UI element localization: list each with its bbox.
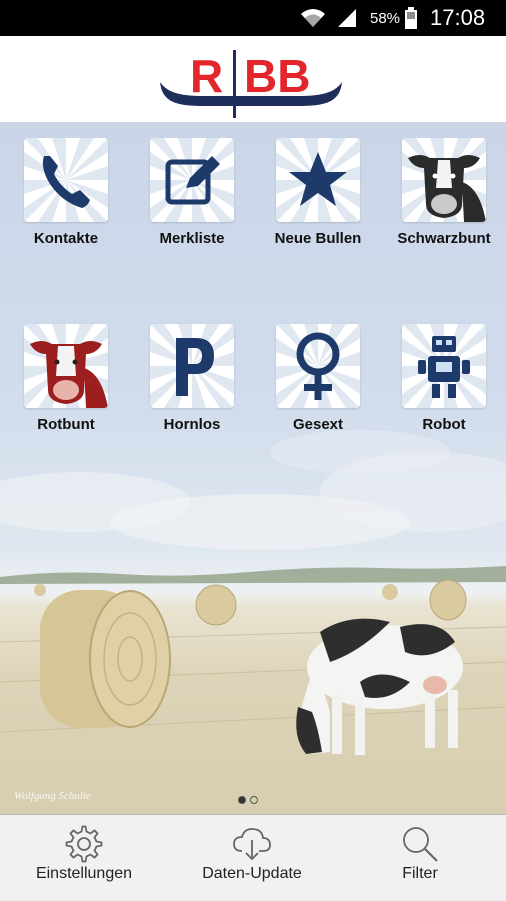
filter-label: Filter bbox=[402, 865, 438, 882]
data-update-label: Daten-Update bbox=[202, 865, 302, 882]
edit-icon bbox=[150, 138, 234, 222]
tile-kontakte[interactable]: Kontakte bbox=[3, 138, 129, 247]
settings-label: Einstellungen bbox=[35, 865, 133, 882]
letter-p-icon bbox=[150, 324, 234, 408]
rbb-logo: R BB bbox=[158, 44, 344, 118]
star-icon bbox=[276, 138, 360, 222]
tile-label: Kontakte bbox=[33, 230, 99, 247]
tile-label: Rotbunt bbox=[37, 416, 95, 433]
red-cow-icon bbox=[24, 324, 108, 408]
tile-merkliste[interactable]: Merkliste bbox=[129, 138, 255, 247]
bottom-bar: Einstellungen Daten-Update Filter bbox=[0, 814, 506, 901]
signal-icon bbox=[336, 0, 358, 36]
tile-label: Schwarzbunt bbox=[397, 230, 491, 247]
phone-icon bbox=[24, 138, 108, 222]
svg-text:R: R bbox=[190, 50, 223, 102]
wifi-icon bbox=[300, 0, 326, 36]
page-dot-2[interactable] bbox=[250, 796, 258, 804]
tile-label: Robot bbox=[422, 416, 466, 433]
tile-label: Neue Bullen bbox=[274, 230, 362, 247]
cloud-download-icon bbox=[232, 825, 272, 868]
female-symbol-icon bbox=[276, 324, 360, 408]
filter-button[interactable]: Filter bbox=[336, 815, 504, 901]
settings-button[interactable]: Einstellungen bbox=[0, 815, 168, 901]
tile-neue-bullen[interactable]: Neue Bullen bbox=[255, 138, 381, 247]
tile-label: Gesext bbox=[292, 416, 344, 433]
status-bar: 58% 17:08 bbox=[0, 0, 506, 36]
robot-icon bbox=[402, 324, 486, 408]
clock: 17:08 bbox=[430, 5, 486, 30]
page-indicator bbox=[238, 796, 258, 804]
battery-percent: 58% bbox=[370, 9, 401, 27]
tile-schwarzbunt[interactable]: Schwarzbunt bbox=[381, 138, 506, 247]
tile-hornlos[interactable]: Hornlos bbox=[129, 324, 255, 433]
black-cow-icon bbox=[402, 138, 486, 222]
photo-credit: Wolfgang Schulte bbox=[14, 790, 91, 802]
tile-robot[interactable]: Robot bbox=[381, 324, 506, 433]
svg-text:BB: BB bbox=[244, 50, 310, 102]
gear-icon bbox=[65, 825, 103, 868]
search-icon bbox=[401, 825, 439, 868]
data-update-button[interactable]: Daten-Update bbox=[168, 815, 336, 901]
home-screen: Kontakte Merkliste Neue Bullen Schwarzbu… bbox=[0, 122, 506, 814]
tile-rotbunt[interactable]: Rotbunt bbox=[3, 324, 129, 433]
tile-gesext[interactable]: Gesext bbox=[255, 324, 381, 433]
tile-label: Merkliste bbox=[159, 230, 225, 247]
app-header: R BB bbox=[0, 36, 506, 123]
page-dot-1[interactable] bbox=[238, 796, 246, 804]
battery-icon bbox=[404, 0, 418, 36]
tile-label: Hornlos bbox=[163, 416, 221, 433]
